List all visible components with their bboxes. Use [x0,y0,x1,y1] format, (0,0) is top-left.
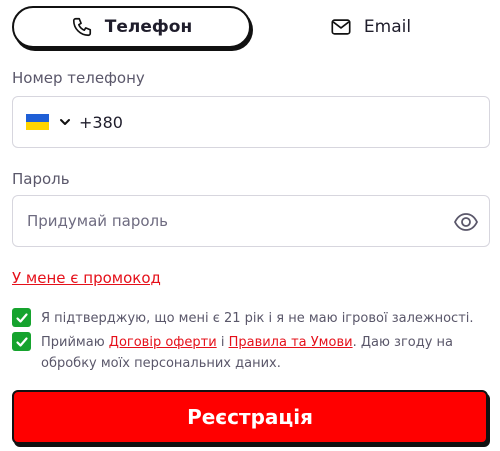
terms-consent-row: Приймаю Договір оферти і Правила та Умов… [12,332,481,374]
rules-link[interactable]: Правила та Умови [229,335,353,350]
age-consent-row: Я підтверджую, що мені є 21 рік і я не м… [12,308,474,329]
register-button[interactable]: Реєстрація [12,390,488,444]
phone-field[interactable]: +380 [12,96,490,148]
phone-country-code[interactable]: +380 [79,113,123,132]
envelope-icon [331,19,351,35]
phone-label: Номер телефону [12,69,145,87]
terms-consent-checkbox[interactable] [12,332,31,351]
terms-consent-text: Приймаю Договір оферти і Правила та Умов… [41,332,481,374]
chevron-down-icon[interactable] [59,116,71,128]
tab-email[interactable]: Email [251,6,490,48]
tab-email-label: Email [363,17,412,37]
password-field [12,195,490,247]
offer-agreement-link[interactable]: Договір оферти [109,335,217,350]
password-input[interactable] [25,211,429,231]
age-consent-checkbox[interactable] [12,308,31,327]
checkmark-icon [15,312,28,323]
eye-icon[interactable] [453,209,479,235]
terms-prefix: Приймаю [41,335,109,350]
ukraine-flag-icon[interactable] [26,114,49,130]
password-label: Пароль [12,170,70,188]
auth-method-tabs: Телефон Email [12,6,490,50]
age-consent-text: Я підтверджую, що мені є 21 рік і я не м… [41,311,474,326]
checkmark-icon [15,336,28,347]
phone-icon [72,17,91,37]
tab-phone[interactable]: Телефон [12,6,251,48]
tab-phone-label: Телефон [104,17,193,37]
promo-code-link[interactable]: У мене є промокод [12,269,161,287]
terms-conjunction: і [216,335,229,350]
